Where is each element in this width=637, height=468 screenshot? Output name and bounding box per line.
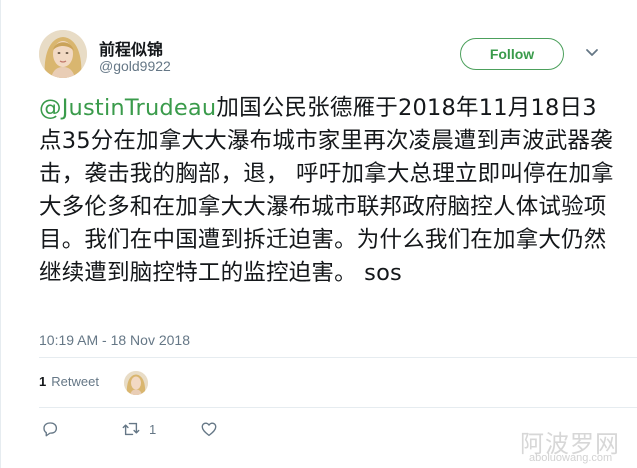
display-name[interactable]: 前程似锦 (99, 36, 163, 60)
retweet-icon (122, 422, 140, 436)
more-options-chevron-down-icon[interactable] (584, 44, 600, 60)
user-handle[interactable]: @gold9922 (99, 58, 171, 74)
watermark-url: aboluowang.com (529, 452, 613, 464)
reply-icon (43, 422, 58, 437)
follow-button[interactable]: Follow (460, 38, 564, 70)
tweet-text: @JustinTrudeau加国公民张德雁于2018年11月18日3点35分在加… (39, 92, 619, 290)
retweet-button[interactable]: 1 (121, 420, 156, 438)
reply-button[interactable] (41, 420, 59, 438)
divider (39, 407, 637, 408)
tweet-timestamp[interactable]: 10:19 AM - 18 Nov 2018 (39, 332, 190, 348)
retweet-action-count: 1 (149, 421, 157, 437)
retweet-label: Retweet (51, 374, 99, 389)
retweet-count: 1 (39, 374, 47, 389)
tweet-body: 加国公民张德雁于2018年11月18日3点35分在加拿大大瀑布城市家里再次凌晨遭… (39, 95, 614, 286)
mention-link[interactable]: @JustinTrudeau (39, 95, 216, 121)
avatar[interactable] (39, 30, 87, 78)
heart-icon (201, 422, 217, 437)
like-button[interactable] (200, 420, 218, 438)
tweet-card: 前程似锦 @gold9922 Follow @JustinTrudeau加国公民… (0, 0, 637, 468)
retweet-stats[interactable]: 1 Retweet (39, 374, 99, 389)
retweeter-avatar[interactable] (124, 371, 148, 395)
retweeter-avatar-image (124, 371, 148, 395)
divider (39, 357, 637, 358)
avatar-image (39, 30, 87, 78)
